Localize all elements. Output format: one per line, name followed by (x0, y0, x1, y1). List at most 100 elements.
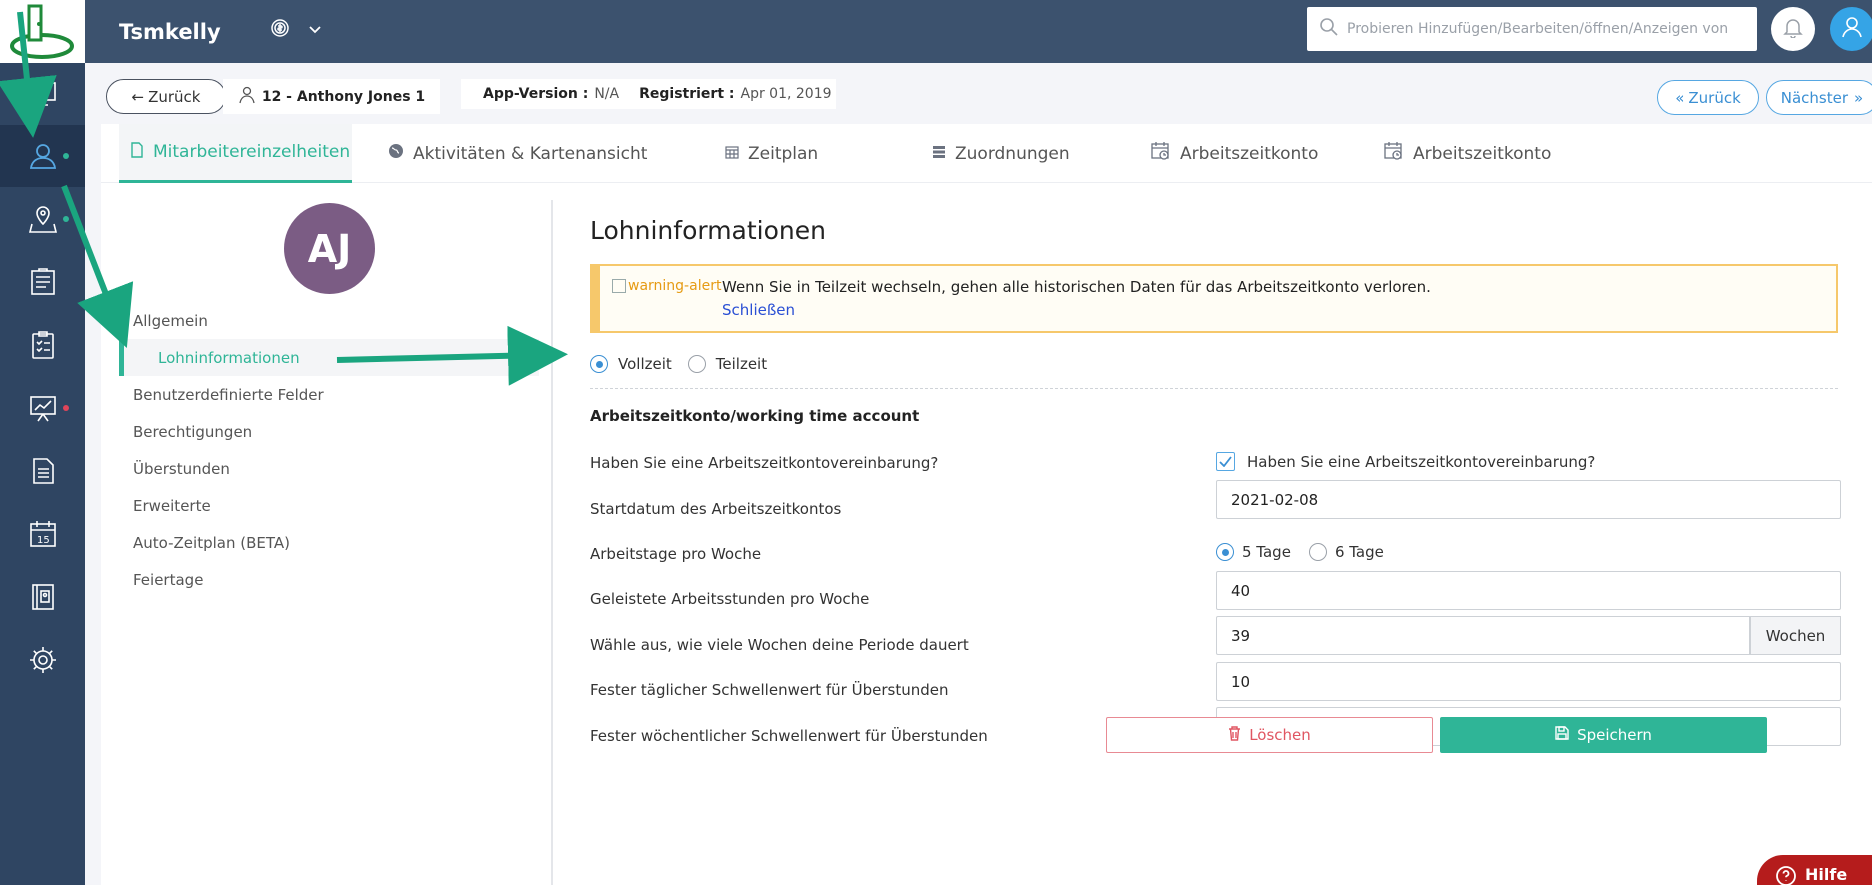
chevron-down-icon (308, 21, 322, 39)
help-button[interactable]: Hilfe (1757, 855, 1872, 885)
list-icon (932, 144, 946, 164)
trash-icon (1228, 725, 1241, 745)
start-date-label: Startdatum des Arbeitszeitkontos (590, 500, 842, 518)
employee-name: 12 - Anthony Jones 1 (261, 88, 426, 105)
document-icon[interactable] (0, 440, 85, 502)
app-logo[interactable] (0, 0, 85, 63)
warning-alert-alt: warning-alert (628, 278, 722, 294)
previous-employee-button[interactable]: « Zurück (1657, 80, 1759, 115)
notifications-button[interactable] (1771, 7, 1815, 51)
tab-assignments[interactable]: Zuordnungen (932, 124, 1070, 183)
arrow-left-icon: ← (131, 87, 145, 106)
menu-item-overtime[interactable]: Überstunden (101, 450, 546, 487)
tab-label: Arbeitszeitkonto (1180, 143, 1319, 164)
menu-item-payroll-info[interactable]: Lohninformationen (119, 339, 539, 376)
bell-icon (1782, 16, 1804, 42)
back-button-label: Zurück (148, 87, 201, 106)
next-employee-button[interactable]: Nächster » (1766, 80, 1872, 115)
tab-working-time-account-1[interactable]: Arbeitszeitkonto (1151, 124, 1318, 183)
status-dot (63, 216, 69, 222)
tab-employee-details[interactable]: Mitarbeitereinzelheiten (119, 124, 352, 183)
delete-button[interactable]: Löschen (1106, 717, 1433, 753)
previous-label: Zurück (1688, 88, 1741, 107)
employee-subheader: ← Zurück 12 - Anthony Jones 1 App-Versio… (85, 63, 1872, 124)
hours-per-week-field[interactable]: 40 (1216, 571, 1841, 610)
search-input[interactable] (1347, 21, 1747, 37)
tab-activities-map[interactable]: Aktivitäten & Kartenansicht (388, 124, 647, 183)
floppy-icon (1555, 726, 1569, 744)
period-weeks-field[interactable]: 39 (1216, 616, 1750, 655)
start-date-field[interactable]: 2021-02-08 (1216, 480, 1841, 519)
calendar-clock-icon (1384, 141, 1404, 166)
agreement-checkbox-label: Haben Sie eine Arbeitszeitkontovereinbar… (1247, 452, 1596, 471)
menu-item-permissions[interactable]: Berechtigungen (101, 413, 546, 450)
fulltime-label: Vollzeit (618, 355, 672, 373)
menu-item-holidays[interactable]: Feiertage (101, 561, 546, 598)
chart-icon[interactable] (0, 377, 85, 439)
tab-label: Zeitplan (748, 143, 819, 164)
six-days-radio[interactable] (1308, 543, 1327, 561)
employee-chip: 12 - Anthony Jones 1 (223, 79, 440, 114)
five-days-radio[interactable] (1216, 543, 1234, 561)
workdays-radio-group: 5 Tage 6 Tage (1216, 543, 1384, 561)
icon-rail: 15 (0, 0, 85, 885)
menu-item-general[interactable]: Allgemein (101, 302, 546, 339)
content-card: Mitarbeitereinzelheiten Aktivitäten & Ka… (101, 124, 1872, 885)
delete-label: Löschen (1249, 726, 1311, 744)
fulltime-radio[interactable] (590, 355, 608, 373)
checklist-icon[interactable] (0, 314, 85, 376)
employment-type-group: Vollzeit Teilzeit (590, 355, 767, 373)
status-dot (63, 153, 69, 159)
alert-close-link[interactable]: Schließen (722, 301, 795, 319)
calendar-day: 15 (37, 535, 50, 546)
save-button[interactable]: Speichern (1440, 717, 1767, 753)
avatar: AJ (284, 203, 375, 294)
registered-label: Registriert : (639, 86, 735, 102)
daily-threshold-field[interactable]: 10 (1216, 662, 1841, 701)
tab-label: Zuordnungen (955, 143, 1070, 164)
tab-schedule[interactable]: Zeitplan (725, 124, 818, 183)
user-icon (1840, 15, 1864, 43)
weeks-addon: Wochen (1750, 616, 1841, 655)
weekly-threshold-label: Fester wöchentlicher Schwellenwert für Ü… (590, 727, 988, 745)
agreement-checkbox[interactable] (1216, 452, 1235, 471)
global-search[interactable] (1307, 7, 1757, 51)
help-label: Hilfe (1805, 865, 1848, 884)
top-bar: Tsmkelly (85, 0, 1872, 63)
tab-label: Mitarbeitereinzelheiten (153, 142, 351, 162)
parttime-radio[interactable] (687, 355, 706, 373)
menu-item-auto-schedule[interactable]: Auto-Zeitplan (BETA) (101, 524, 546, 561)
agreement-label: Haben Sie eine Arbeitszeitkontovereinbar… (590, 454, 939, 472)
workdays-label: Arbeitstage pro Woche (590, 545, 762, 563)
dashboard-icon[interactable] (0, 63, 85, 125)
calendar-icon[interactable]: 15 (0, 503, 85, 565)
map-pin-icon[interactable] (0, 188, 85, 250)
gear-icon[interactable] (0, 629, 85, 691)
section-title: Arbeitszeitkonto/working time account (590, 407, 920, 425)
page-title: Lohninformationen (590, 216, 826, 245)
tab-working-time-account-2[interactable]: Arbeitszeitkonto (1384, 124, 1551, 183)
user-menu-button[interactable] (1830, 7, 1872, 51)
parttime-label: Teilzeit (715, 355, 768, 373)
id-card-icon[interactable] (0, 566, 85, 628)
hours-per-week-label: Geleistete Arbeitsstunden pro Woche (590, 590, 870, 608)
app-version-label: App-Version : (483, 86, 589, 102)
clipboard-list-icon[interactable] (0, 251, 85, 313)
six-days-label: 6 Tage (1334, 543, 1384, 561)
calendar-grid-icon (725, 144, 739, 164)
agreement-checkbox-group: Haben Sie eine Arbeitszeitkontovereinbar… (1216, 452, 1595, 471)
menu-item-custom-fields[interactable]: Benutzerdefinierte Felder (101, 376, 546, 413)
tab-bar: Mitarbeitereinzelheiten Aktivitäten & Ka… (101, 124, 1872, 183)
daily-threshold-label: Fester täglicher Schwellenwert für Übers… (590, 681, 949, 699)
back-button[interactable]: ← Zurück (106, 79, 226, 114)
warning-alert-image: warning-alert (612, 278, 721, 294)
tab-label: Arbeitszeitkonto (1413, 143, 1552, 164)
registered-value: Apr 01, 2019 (740, 86, 832, 102)
save-label: Speichern (1577, 726, 1652, 744)
currency-switcher[interactable] (270, 18, 322, 42)
version-info: App-Version : N/A Registriert : Apr 01, … (461, 79, 836, 109)
employees-icon[interactable] (0, 125, 85, 187)
menu-item-advanced[interactable]: Erweiterte (101, 487, 546, 524)
tab-label: Aktivitäten & Kartenansicht (413, 143, 648, 164)
brand-name: Tsmkelly (119, 20, 221, 44)
